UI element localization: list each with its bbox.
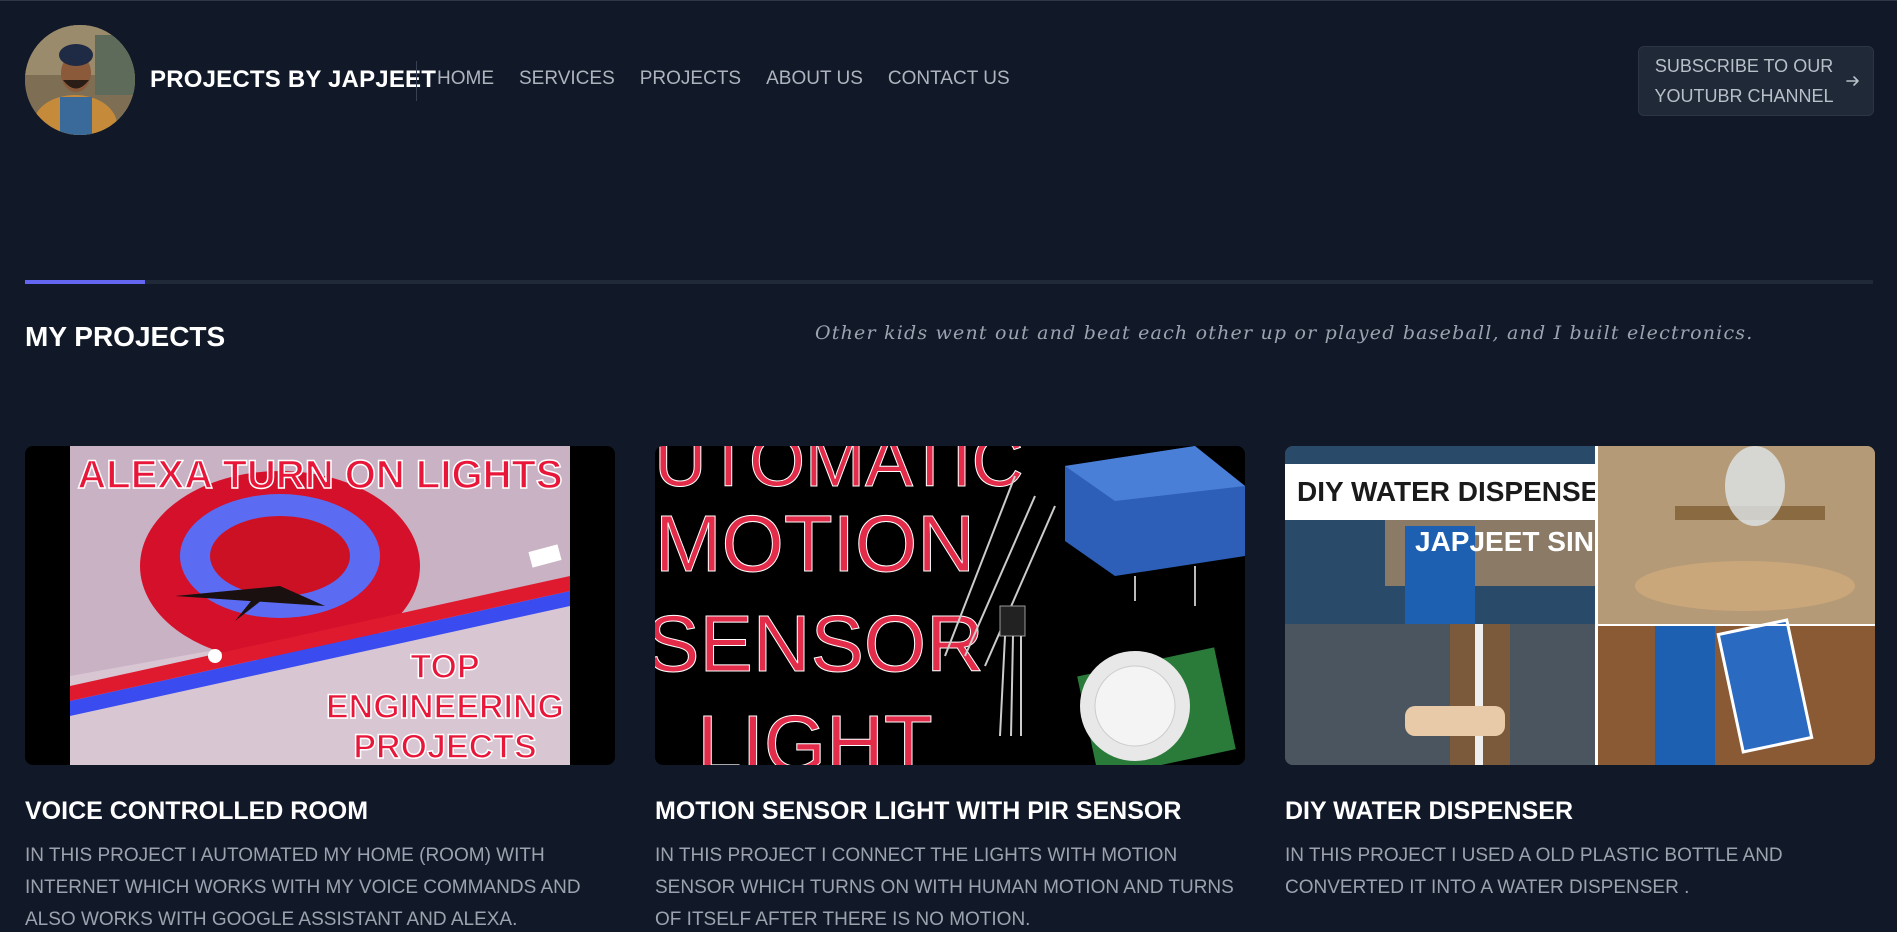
- arrow-right-icon: [1845, 76, 1859, 86]
- nav-about-us[interactable]: ABOUT US: [766, 68, 863, 90]
- project-card-voice-controlled-room[interactable]: ALEXA TURN ON LIGHTS TOP ENGINEERING PRO…: [25, 446, 615, 932]
- thumb-text-line2: MOTION: [655, 499, 975, 588]
- nav-contact-us[interactable]: CONTACT US: [888, 68, 1010, 90]
- project-thumbnail[interactable]: DIY WATER DISPENSER JAPJEET SINGH: [1285, 446, 1875, 765]
- project-thumbnail[interactable]: AUTOMATIC MOTION SENSOR LIGHT: [655, 446, 1245, 765]
- thumb-text-line3: SENSOR: [655, 599, 984, 688]
- thumb-text-line2: TOP: [410, 648, 479, 686]
- thumb-text-line1: AUTOMATIC: [655, 446, 1024, 502]
- project-title[interactable]: DIY WATER DISPENSER: [1285, 797, 1875, 826]
- subscribe-button[interactable]: SUBSCRIBE TO OUR YOUTUBR CHANNEL: [1638, 46, 1874, 116]
- thumb-text-line3: ENGINEERING: [326, 688, 564, 726]
- project-title[interactable]: MOTION SENSOR LIGHT WITH PIR SENSOR: [655, 797, 1245, 826]
- section-divider-accent: [25, 280, 145, 284]
- project-card-motion-sensor-light[interactable]: AUTOMATIC MOTION SENSOR LIGHT MOTION SEN…: [655, 446, 1245, 932]
- thumb-text-line4: LIGHT: [697, 699, 933, 765]
- project-description: IN THIS PROJECT I CONNECT THE LIGHTS WIT…: [655, 845, 1234, 930]
- section-title: MY PROJECTS: [25, 321, 226, 352]
- nav-projects[interactable]: PROJECTS: [640, 68, 741, 90]
- project-description: IN THIS PROJECT I AUTOMATED MY HOME (ROO…: [25, 845, 581, 930]
- thumb-text-line1: DIY WATER DISPENSER: [1297, 476, 1620, 507]
- subscribe-label: SUBSCRIBE TO OUR YOUTUBR CHANNEL: [1654, 56, 1834, 106]
- project-card-diy-water-dispenser[interactable]: DIY WATER DISPENSER JAPJEET SINGH DIY WA…: [1285, 446, 1875, 904]
- thumb-text-line1: ALEXA TURN ON LIGHTS: [77, 453, 562, 497]
- nav-divider: [416, 61, 417, 101]
- nav-services[interactable]: SERVICES: [519, 68, 615, 90]
- project-title[interactable]: VOICE CONTROLLED ROOM: [25, 797, 615, 826]
- site-header: PROJECTS BY JAPJEET HOME SERVICES PROJEC…: [25, 25, 1874, 135]
- main-nav: HOME SERVICES PROJECTS ABOUT US CONTACT …: [437, 68, 1010, 90]
- avatar[interactable]: [25, 25, 135, 135]
- top-border: [0, 0, 1897, 1]
- section-divider: [25, 280, 1873, 284]
- thumb-text-line4: PROJECTS: [353, 728, 536, 765]
- project-thumbnail[interactable]: ALEXA TURN ON LIGHTS TOP ENGINEERING PRO…: [25, 446, 615, 765]
- brand-name[interactable]: PROJECTS BY JAPJEET: [150, 66, 436, 94]
- nav-home[interactable]: HOME: [437, 68, 494, 90]
- section-quote: Other kids went out and beat each other …: [815, 322, 1754, 344]
- project-description: IN THIS PROJECT I USED A OLD PLASTIC BOT…: [1285, 845, 1783, 898]
